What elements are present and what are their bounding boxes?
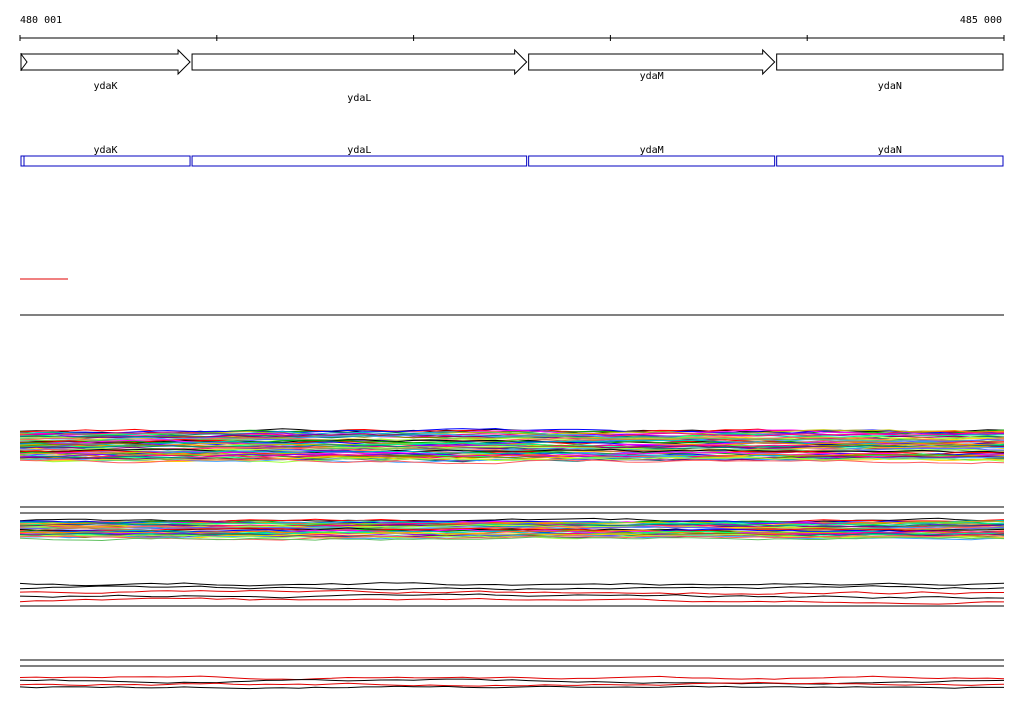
transcript-box-ydaK[interactable] [20,155,191,167]
expression-line [19,597,1005,605]
gene-label: ydaK [93,81,117,92]
expression-lines-3 [19,582,1005,605]
gene-label: ydaL [347,93,371,104]
genome-browser-view: 480 001 485 000 ydaKydaLydaMydaN ydaK yda… [19,15,1005,690]
expression-lines-1 [19,427,1005,465]
transcript-box-ydaM[interactable] [528,155,776,167]
gene-arrow-ydaL[interactable] [191,48,528,76]
gene-arrow-ydaN[interactable] [776,53,1004,71]
ruler-end-label: 485 000 [960,15,1002,26]
transcript-label: ydaL [347,145,371,156]
transcript-box-ydaN[interactable] [776,155,1004,167]
transcript-label: ydaN [878,145,902,156]
gene-track: ydaK ydaL ydaM ydaN [20,48,1004,104]
expression-line [19,582,1005,587]
gene-arrow-ydaK[interactable] [20,48,191,76]
expression-lines-2 [19,517,1005,542]
transcript-label: ydaM [640,145,664,156]
expression-track-1 [19,427,1005,508]
expression-track-3 [19,582,1005,607]
ruler-start-label: 480 001 [20,15,62,26]
gene-label: ydaN [878,81,902,92]
expression-line [19,685,1004,690]
expression-line [19,585,1005,591]
gene-label: ydaM [640,71,664,82]
expression-track-2 [19,512,1005,542]
expression-line [19,593,1005,599]
expression-track-4 [19,659,1005,690]
expression-lines-4 [19,675,1005,690]
transcript-box-ydaL[interactable] [191,155,528,167]
transcript-label: ydaK [93,145,117,156]
expression-line [19,589,1004,595]
expression-line [19,675,1005,681]
coordinate-ruler: 480 001 485 000 [19,15,1005,41]
transcript-track: ydaK ydaL ydaM ydaN [20,145,1004,167]
